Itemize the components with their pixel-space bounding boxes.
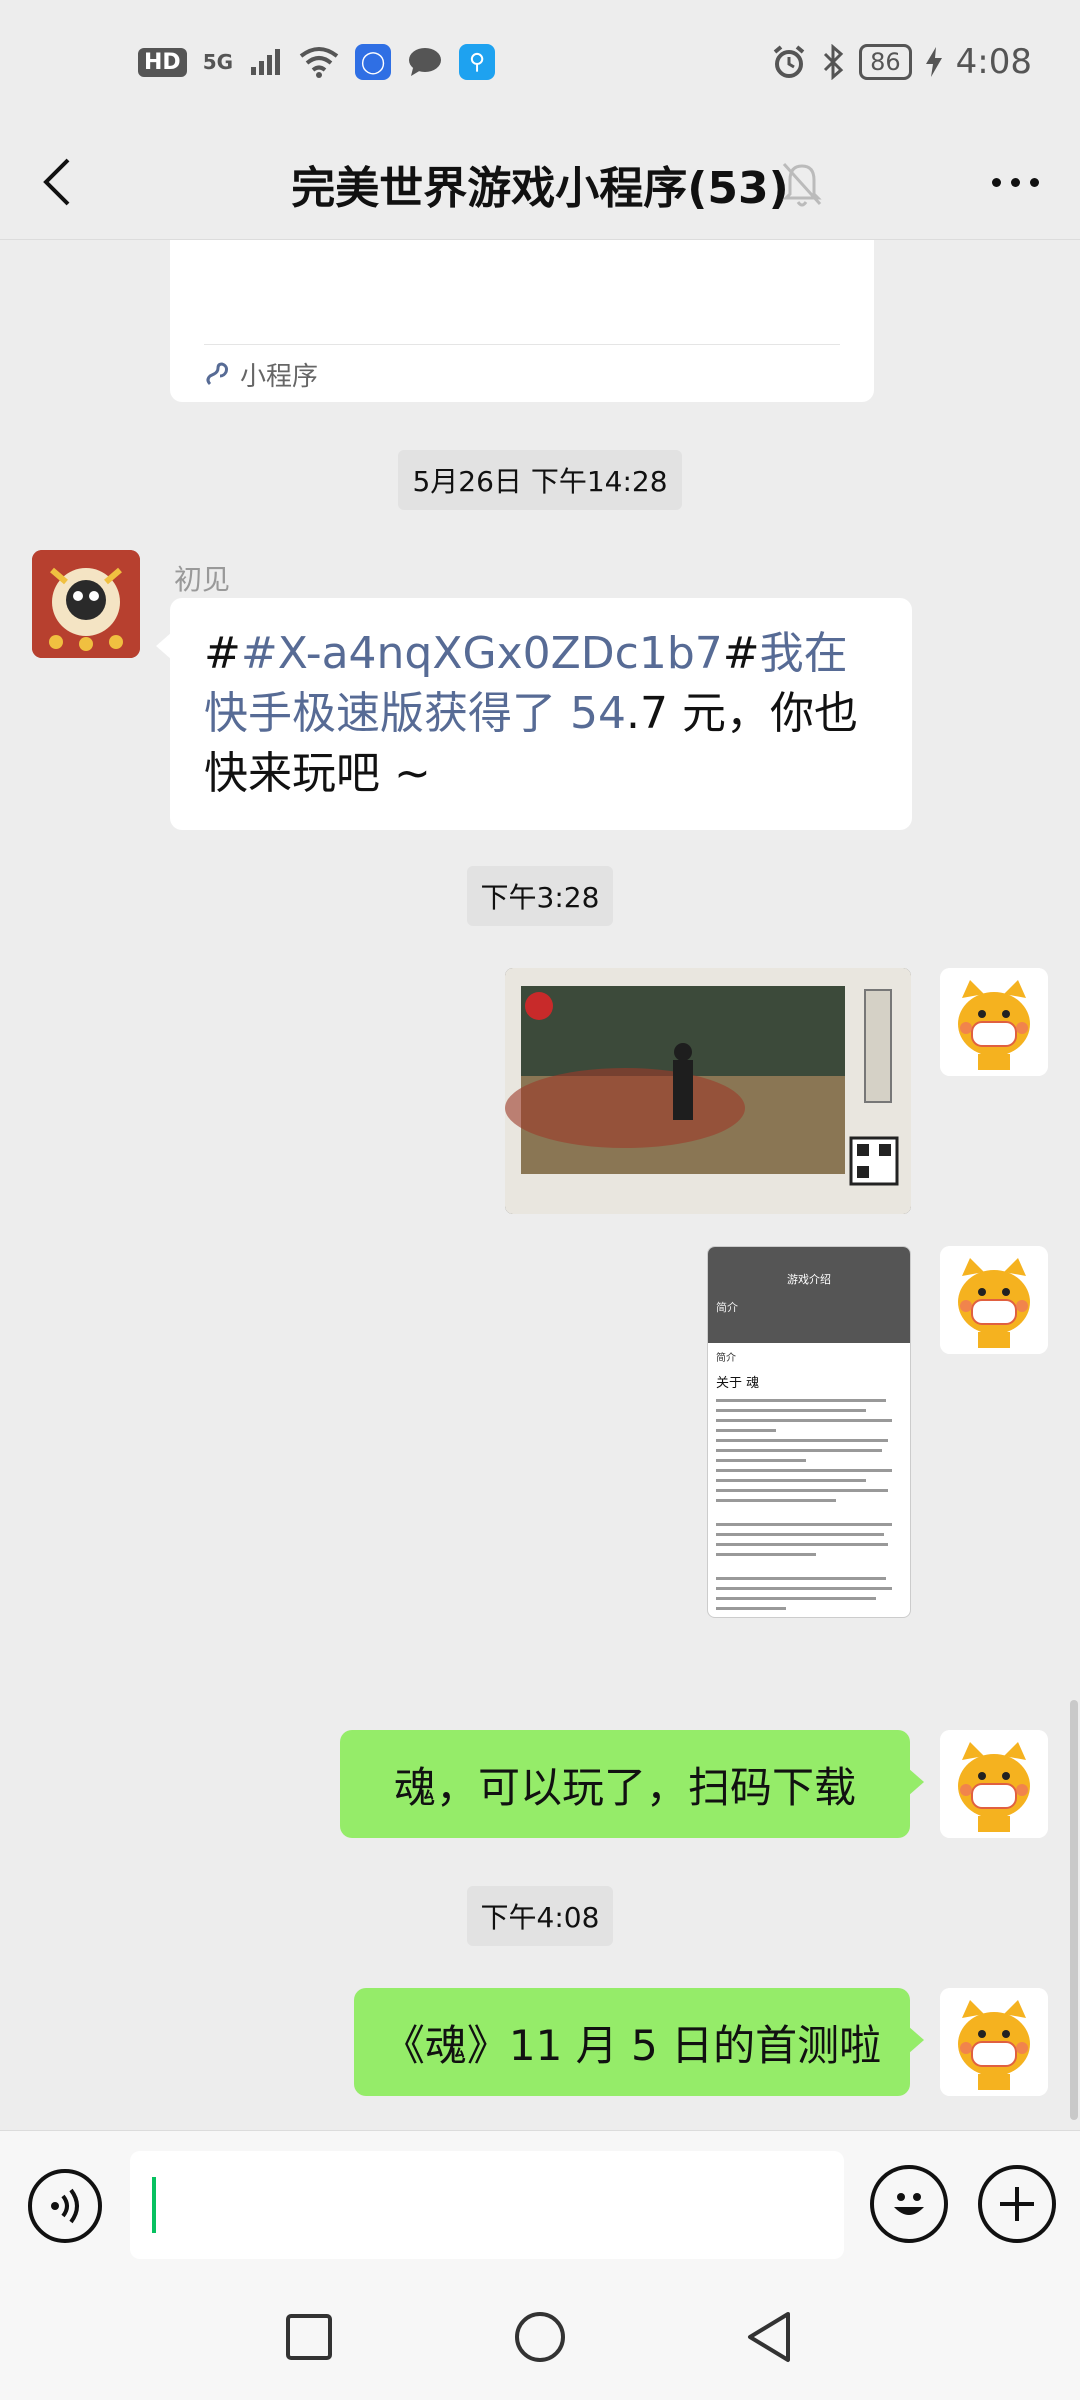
hd-badge: HD — [138, 47, 187, 77]
topic-link-amount: 54 — [570, 688, 626, 739]
voice-icon — [51, 2188, 79, 2224]
my-avatar[interactable] — [940, 1246, 1048, 1354]
timestamp: 下午4:08 — [0, 1886, 1080, 1946]
timestamp: 5月26日 下午14:28 — [0, 450, 1080, 510]
message-text: # — [204, 628, 241, 679]
outgoing-message[interactable]: 魂，可以玩了，扫码下载 — [340, 1730, 924, 1838]
mini-program-label: 小程序 — [240, 362, 319, 392]
recents-icon[interactable] — [284, 2312, 334, 2362]
message-text: # — [722, 628, 760, 679]
plus-icon — [1000, 2187, 1034, 2221]
more-dot — [991, 177, 1001, 187]
my-avatar[interactable] — [940, 1730, 1048, 1838]
search-app-icon: ⚲ — [459, 44, 496, 80]
more-dot — [1029, 177, 1039, 187]
sender-avatar[interactable] — [32, 550, 140, 658]
screenshot-heading: 关于 魂 — [716, 1376, 760, 1391]
emoji-button[interactable] — [870, 2165, 948, 2243]
status-left: HD 5G ◯ ⚲ — [138, 44, 496, 80]
message-icon — [409, 48, 442, 76]
bulb-app-icon: ◯ — [355, 44, 392, 80]
my-avatar[interactable] — [940, 968, 1048, 1076]
screenshot-body: 简介 关于 魂 — [708, 1343, 910, 1617]
sender-name: 初见 — [174, 563, 231, 596]
more-dot — [1010, 177, 1020, 187]
message-text: 《魂》11 月 5 日的首测啦 — [382, 2020, 882, 2070]
chat-title: 完美世界游戏小程序(53) — [291, 163, 789, 214]
card-divider — [204, 344, 840, 345]
game-intro-screenshot[interactable]: 游戏介绍 简介 简介 关于 魂 — [707, 1246, 911, 1618]
incoming-message[interactable]: ##X-a4nqXGx0ZDc1b7#我在快手极速版获得了 54.7 元，你也快… — [156, 598, 912, 830]
scrollbar[interactable] — [1070, 1700, 1078, 2120]
status-right: 86 4:08 — [771, 42, 1032, 82]
charging-icon — [925, 47, 942, 77]
more-button[interactable] — [980, 152, 1050, 212]
screenshot-text-lines — [716, 1399, 892, 1610]
text-cursor — [152, 2177, 156, 2233]
screenshot-title: 游戏介绍 — [787, 1273, 831, 1286]
muted-bell-icon — [778, 156, 826, 212]
wifi-icon — [299, 47, 339, 78]
alarm-icon — [773, 45, 805, 78]
message-list[interactable]: 小程序 5月26日 下午14:28 初见 ##X-a4nqXGx0ZDc1b7#… — [0, 240, 1080, 2130]
message-text: 魂，可以玩了，扫码下载 — [393, 1762, 856, 1812]
system-nav-bar — [0, 2280, 1080, 2400]
signal-icon — [251, 49, 281, 75]
timestamp: 下午3:28 — [0, 866, 1080, 926]
screenshot-section: 简介 — [716, 1353, 736, 1364]
screenshot-header: 游戏介绍 简介 — [708, 1247, 910, 1343]
mini-program-icon — [206, 361, 228, 385]
add-button[interactable] — [978, 2165, 1056, 2243]
game-poster-image[interactable] — [505, 968, 911, 1214]
input-bar — [0, 2130, 1080, 2280]
clock: 4:08 — [955, 42, 1032, 82]
message-input[interactable] — [130, 2151, 844, 2259]
voice-button[interactable] — [28, 2169, 102, 2243]
my-avatar[interactable] — [940, 1988, 1048, 2096]
card-footer: 小程序 — [204, 356, 318, 393]
battery-level: 86 — [859, 44, 912, 80]
screenshot-section: 简介 — [716, 1301, 738, 1314]
mini-program-card[interactable]: 小程序 — [170, 240, 874, 402]
chat-header: 完美世界游戏小程序(53) — [0, 130, 1080, 240]
emoji-icon — [894, 2193, 924, 2215]
topic-link[interactable]: #X-a4nqXGx0ZDc1b7 — [241, 628, 723, 679]
outgoing-message[interactable]: 《魂》11 月 5 日的首测啦 — [354, 1988, 924, 2096]
back-nav-icon[interactable] — [744, 2310, 794, 2364]
network-label: 5G — [202, 50, 234, 74]
home-icon[interactable] — [513, 2310, 567, 2364]
status-bar: HD 5G ◯ ⚲ 86 4:08 — [0, 0, 1080, 130]
bluetooth-icon — [824, 44, 844, 80]
